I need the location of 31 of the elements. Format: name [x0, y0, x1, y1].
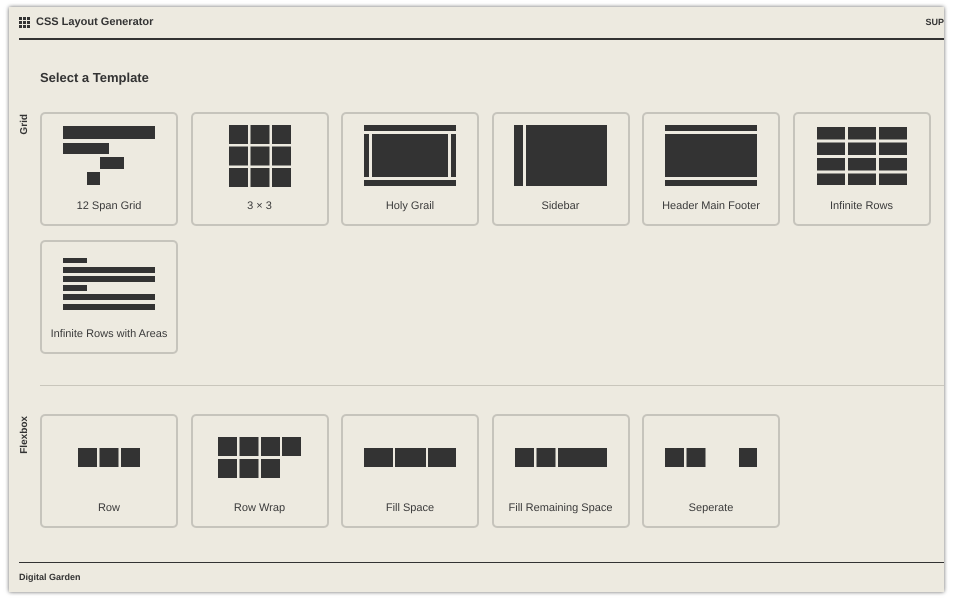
layout-icon	[514, 125, 607, 186]
layout-icon	[665, 125, 757, 186]
layout-icon	[665, 448, 757, 467]
template-card[interactable]: Holy Grail	[341, 112, 479, 226]
section-label: Flexbox	[18, 416, 31, 454]
layout-icon	[514, 448, 606, 467]
layout-icon	[63, 126, 155, 185]
template-card[interactable]: 3 × 3	[190, 112, 328, 226]
layout-icon	[63, 258, 155, 310]
template-card[interactable]: Row Wrap	[190, 414, 328, 528]
layout-icon	[228, 124, 290, 186]
template-card[interactable]: Infinite Rows	[792, 112, 930, 226]
layout-icon	[78, 448, 140, 467]
template-card[interactable]: Fill Space	[341, 414, 479, 528]
grid-menu-icon[interactable]	[19, 17, 30, 28]
page-heading: Select a Template	[40, 69, 150, 87]
template-card[interactable]: Seperate	[642, 414, 780, 528]
layout-icon	[816, 126, 906, 184]
template-card[interactable]: Fill Remaining Space	[492, 414, 630, 528]
section-label: Grid	[18, 114, 31, 134]
template-card[interactable]: Row	[40, 414, 178, 528]
template-card[interactable]: Header Main Footer	[642, 112, 780, 226]
layout-icon	[218, 437, 301, 478]
layout-icon	[364, 125, 456, 186]
template-card[interactable]: Infinite Rows with Areas	[40, 240, 178, 354]
layout-icon	[364, 448, 456, 467]
nav-link[interactable]: SUP	[925, 16, 944, 30]
app-title: CSS Layout Generator	[36, 15, 154, 30]
footer-text: Digital Garden	[19, 570, 81, 584]
template-card[interactable]: Sidebar	[492, 112, 630, 226]
template-card[interactable]: 12 Span Grid	[40, 112, 178, 226]
